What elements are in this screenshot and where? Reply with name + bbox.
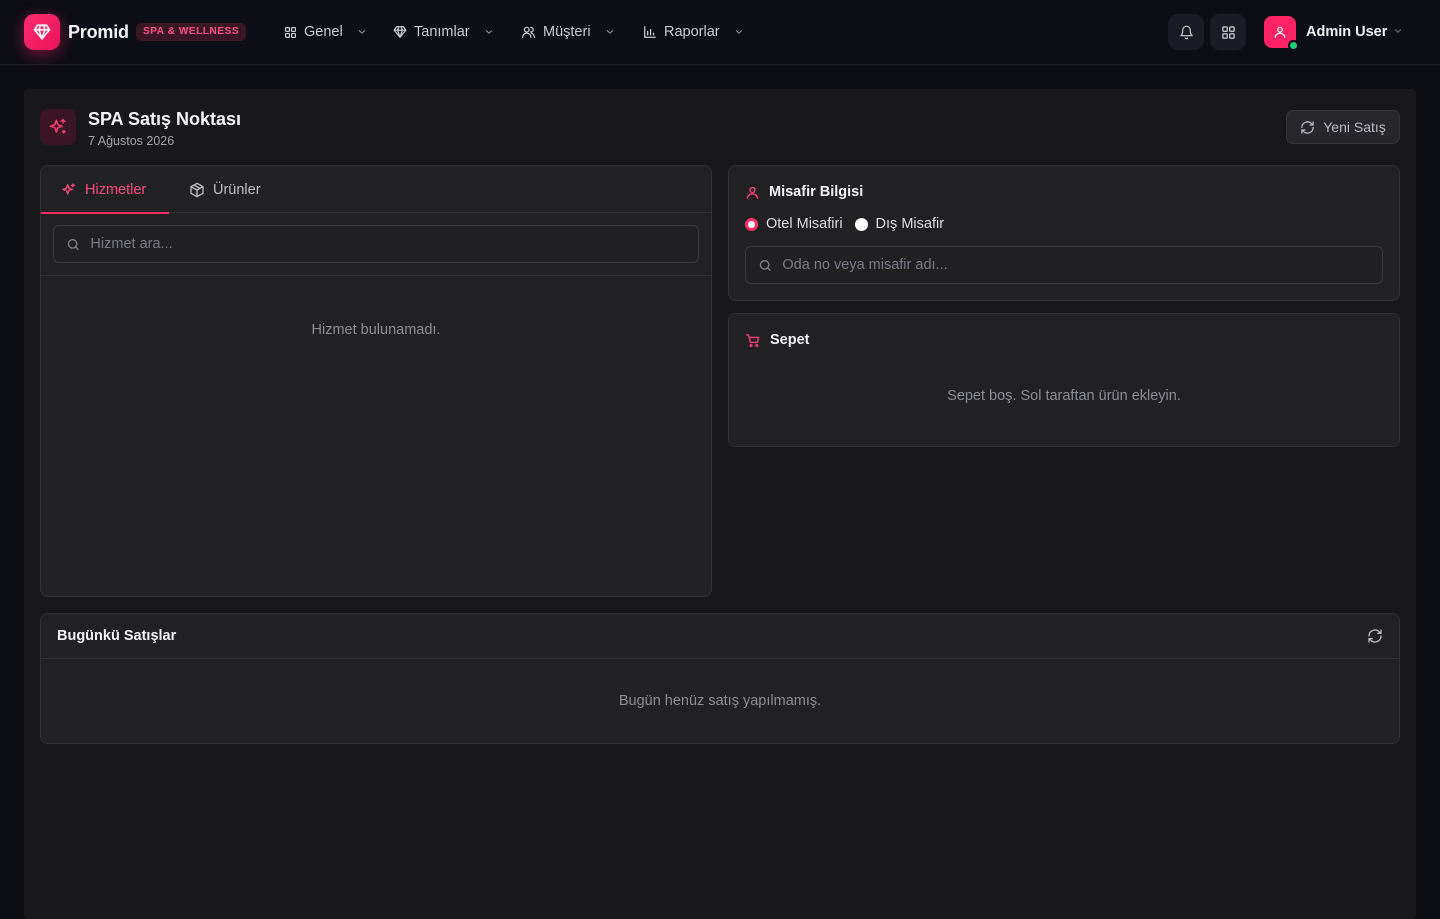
user-icon — [746, 186, 759, 199]
hotel-guest-radio[interactable] — [745, 217, 758, 231]
nav-item-tanimlar[interactable]: Tanımlar — [393, 22, 494, 42]
nav-item-raporlar[interactable]: Raporlar — [643, 22, 744, 42]
new-sale-button[interactable]: Yeni Satış — [1286, 110, 1400, 144]
guest-search-input[interactable] — [782, 257, 1382, 273]
divider — [41, 658, 1399, 659]
apps-button[interactable] — [1210, 14, 1246, 50]
guest-info-title: Misafir Bilgisi — [769, 184, 864, 200]
apps-grid-icon — [1221, 25, 1235, 39]
page-icon — [40, 109, 76, 145]
services-empty-message: Hizmet bulunamadı. — [311, 322, 441, 338]
nav-item-label: Müşteri — [543, 24, 591, 40]
grid-icon — [285, 26, 296, 38]
brand-logo[interactable] — [24, 14, 60, 50]
external-guest-radio[interactable] — [854, 217, 868, 231]
guest-search-field[interactable] — [745, 246, 1383, 284]
user-icon — [1274, 26, 1286, 38]
sparkles-icon — [49, 118, 66, 134]
chevron-down-icon[interactable] — [1393, 26, 1403, 36]
catalog-card: Hizmetler Ürünler Hizmet bulunamadı. — [40, 165, 712, 597]
online-status-dot — [1288, 40, 1299, 51]
bell-icon — [1179, 25, 1193, 39]
today-sales-header: Bugünkü Satışlar — [57, 628, 176, 644]
diamond-icon — [33, 24, 51, 40]
box-icon — [190, 182, 204, 197]
tab-hizmetler[interactable]: Hizmetler — [41, 166, 169, 214]
guest-info-card: Misafir Bilgisi Otel Misafiri Dış Misafi… — [728, 165, 1400, 301]
diamond-icon — [393, 26, 407, 38]
today-sales-card: Bugünkü Satışlar Bugün henüz satış yapıl… — [40, 613, 1400, 744]
nav-item-label: Genel — [304, 24, 343, 40]
tab-label: Ürünler — [213, 181, 261, 198]
users-icon — [522, 26, 535, 38]
nav-item-label: Raporlar — [664, 24, 720, 40]
chevron-down-icon — [358, 30, 365, 34]
catalog-tabs: Hizmetler Ürünler — [41, 166, 711, 214]
today-sales-empty-message: Bugün henüz satış yapılmamış. — [618, 693, 822, 709]
cart-title: Sepet — [770, 332, 810, 348]
refresh-icon[interactable] — [1367, 628, 1383, 644]
sparkles-icon — [62, 182, 75, 195]
nav-item-label: Tanımlar — [414, 24, 470, 40]
brand-name[interactable]: Promid — [68, 21, 129, 43]
notifications-button[interactable] — [1168, 14, 1204, 50]
brand-badge: SPA & WELLNESS — [136, 23, 247, 41]
shopping-cart-icon — [746, 333, 760, 347]
bar-chart-icon — [644, 26, 656, 38]
service-search-field[interactable] — [53, 225, 699, 263]
external-guest-label[interactable]: Dış Misafir — [876, 216, 944, 232]
top-navbar: Promid SPA & WELLNESS Genel Tanımlar Müş… — [0, 0, 1440, 65]
new-sale-label: Yeni Satış — [1323, 119, 1386, 135]
page-title: SPA Satış Noktası — [88, 109, 242, 129]
tab-label: Hizmetler — [85, 181, 147, 198]
page-date: 7 Ağustos 2026 — [88, 134, 175, 148]
chevron-down-icon — [606, 30, 613, 34]
chevron-down-icon — [485, 30, 492, 34]
cart-card: Sepet Sepet boş. Sol taraftan ürün ekley… — [728, 313, 1400, 447]
search-icon — [759, 259, 771, 271]
divider — [41, 275, 711, 276]
avatar[interactable] — [1264, 16, 1299, 51]
nav-item-musteri[interactable]: Müşteri — [521, 22, 615, 42]
guest-info-header: Misafir Bilgisi — [745, 184, 863, 200]
today-sales-title: Bugünkü Satışlar — [57, 628, 177, 644]
search-icon — [67, 238, 79, 250]
guest-type-options: Otel Misafiri Dış Misafir — [745, 216, 944, 232]
tab-urunler[interactable]: Ürünler — [189, 166, 261, 213]
refresh-icon — [1301, 120, 1314, 134]
cart-empty-message: Sepet boş. Sol taraftan ürün ekleyin. — [947, 388, 1181, 404]
hotel-guest-label[interactable]: Otel Misafiri — [766, 216, 843, 232]
user-name[interactable]: Admin User — [1306, 23, 1387, 41]
chevron-down-icon — [735, 30, 742, 34]
service-search-input[interactable] — [90, 236, 698, 252]
nav-item-genel[interactable]: Genel — [284, 22, 367, 42]
cart-header: Sepet — [745, 332, 810, 348]
